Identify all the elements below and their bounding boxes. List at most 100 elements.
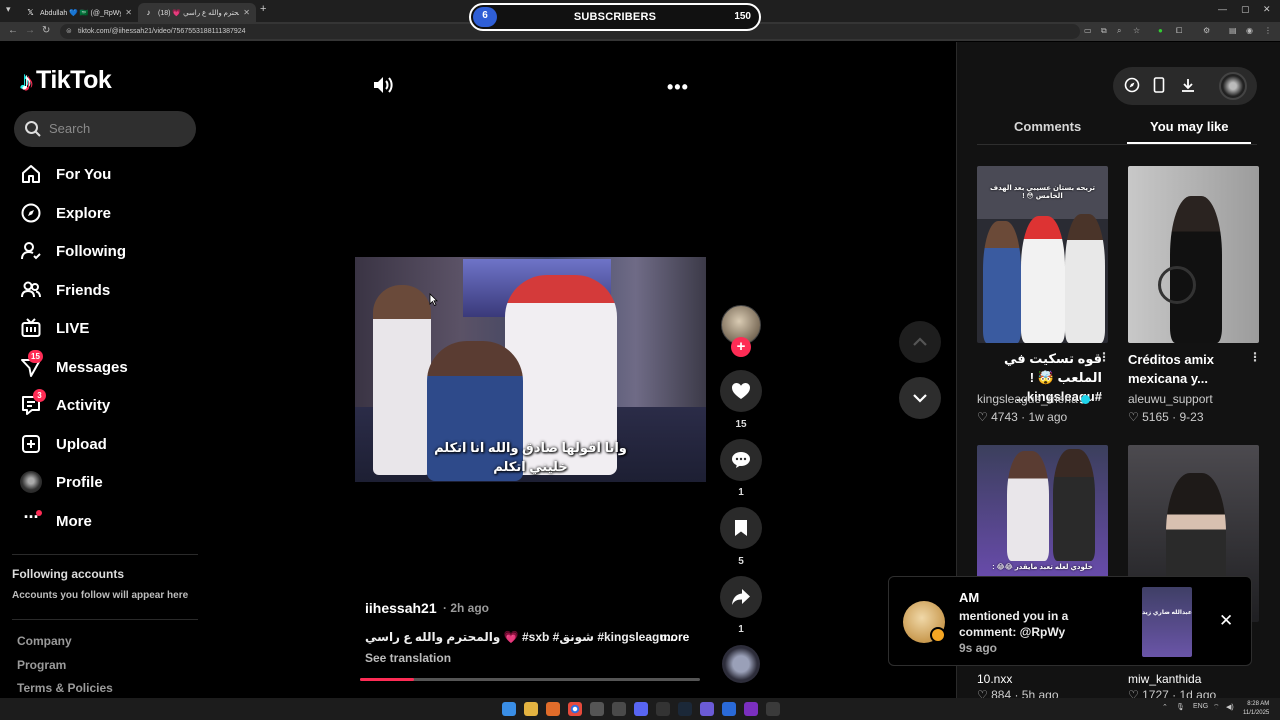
close-notification-icon[interactable]: ✕ [1219,611,1233,631]
app-icon[interactable] [700,702,714,716]
recommended-video-user[interactable]: aleuwu_support [1128,392,1213,406]
recommended-video-stats: ♡ 4743 · 1w ago [977,410,1068,424]
tray-chevron-icon[interactable]: ⌃ [1162,703,1168,711]
nav-explore[interactable]: Explore [18,198,111,228]
language-indicator[interactable]: ENG [1193,703,1208,710]
nav-friends[interactable]: Friends [18,275,110,305]
follow-plus-icon[interactable]: + [731,337,751,357]
app-icon[interactable] [612,702,626,716]
forward-icon[interactable]: → [25,25,35,36]
video-options-icon[interactable]: ••• [667,77,689,98]
tab-you-may-like[interactable]: You may like [1150,119,1229,134]
tiktok-logo[interactable]: ♪ TikTok [20,66,112,95]
device-icon[interactable] [1153,77,1165,93]
app-icon[interactable] [546,702,560,716]
steam-icon[interactable] [678,702,692,716]
like-button[interactable] [720,370,762,412]
browser-tab-x[interactable]: 𝕏 Abdullah 💙 🇸🇦 (@_RpWy) / X ✕ [20,3,138,22]
file-explorer-icon[interactable] [524,702,538,716]
back-icon[interactable]: ← [8,25,18,36]
browser-menu-icon[interactable]: ⋮ [1264,26,1272,35]
nav-messages[interactable]: 15 Messages [18,350,128,382]
extensions-icon[interactable]: ⧠ [1176,26,1182,36]
zoom-icon[interactable]: ⌕ [1117,26,1121,36]
volume-icon[interactable] [371,74,395,96]
next-video-button[interactable] [899,377,941,419]
windows-taskbar: ⌃ 🎙 ENG ⌔ ◀) 8:28 AM 11/1/2025 [0,698,1280,720]
footer-link-company[interactable]: Company [17,634,72,648]
recommended-video-title[interactable]: Créditos amix mexicana y... [1128,350,1253,388]
recommended-video-user[interactable]: kingsleague_mena [977,392,1090,406]
close-tab-icon[interactable]: ✕ [243,8,250,17]
subscriber-goal-overlay: 6 SUBSCRIBERS 150 [469,3,761,31]
download-icon[interactable] [1180,77,1196,93]
video-player[interactable]: وانا اقولها صادق والله انا اتكلم خليني ا… [355,257,706,482]
bookmark-star-icon[interactable]: ☆ [1133,26,1140,35]
share-button[interactable] [720,576,762,618]
browser-tab-tiktok[interactable]: ♪ والمحترم والله ع راسي 💗 (18) # ✕ [138,3,256,22]
caption-more-link[interactable]: more [660,630,689,644]
recommended-video-user[interactable]: miw_kanthida [1128,672,1201,686]
cast-icon[interactable]: ▭ [1084,26,1092,35]
search-input[interactable]: Search [14,111,196,147]
footer-link-terms[interactable]: Terms & Policies [17,681,113,695]
video-more-icon[interactable]: ⋮ [1249,350,1261,364]
active-tab-underline [1127,142,1251,144]
recommended-video-thumbnail[interactable]: ddanafm [1128,166,1259,343]
recommended-video-user[interactable]: 10.nxx [977,672,1012,686]
like-count: 15 [735,419,747,430]
recommended-video-thumbnail[interactable]: تريحه بستان عسيبي بعد الهدف الخامس 😳 ! [977,166,1108,343]
volume-tray-icon[interactable]: ◀) [1226,703,1234,711]
nav-upload[interactable]: Upload [18,429,107,459]
discord-icon[interactable] [634,702,648,716]
nav-label: More [56,512,92,530]
new-tab-icon[interactable]: + [260,3,266,15]
nav-label: Friends [56,281,111,299]
close-window-icon[interactable]: ✕ [1263,4,1271,15]
translate-icon[interactable]: ⧉ [1101,26,1107,36]
nav-profile[interactable]: Profile [18,467,103,497]
microphone-icon[interactable]: 🎙 [1176,703,1185,711]
app-icon[interactable] [590,702,604,716]
profile-icon[interactable]: ◉ [1246,26,1253,35]
video-author[interactable]: iihessah21 [365,600,437,616]
site-info-icon[interactable]: ⊜ [66,27,72,35]
nav-more[interactable]: ··· More [18,506,92,536]
chrome-icon[interactable] [568,702,582,716]
tab-search-icon[interactable]: ▾ [6,4,11,15]
autoscroll-icon[interactable] [1124,77,1140,93]
start-menu-icon[interactable] [502,702,516,716]
sidebar-icon[interactable]: ▤ [1229,26,1237,35]
app-icon[interactable] [766,702,780,716]
minimize-icon[interactable]: — [1218,4,1227,14]
music-disc-avatar[interactable] [722,645,760,683]
see-translation-link[interactable]: See translation [365,651,451,665]
nav-activity[interactable]: 3 Activity [18,389,110,420]
nav-label: Explore [56,204,112,222]
nav-following[interactable]: Following [18,236,126,266]
close-tab-icon[interactable]: ✕ [125,8,132,17]
system-clock[interactable]: 8:28 AM 11/1/2025 [1243,700,1269,718]
video-more-icon[interactable]: ⋮ [1098,350,1110,364]
extension-icon[interactable]: ⚙ [1203,26,1210,35]
restore-icon[interactable]: ▢ [1241,4,1250,15]
nav-live[interactable]: LIVE [18,313,89,343]
tab-comments[interactable]: Comments [1014,119,1081,134]
app-icon[interactable] [656,702,670,716]
comment-button[interactable] [720,439,762,481]
app-icon[interactable] [744,702,758,716]
nav-label: For You [56,165,112,183]
wifi-icon[interactable]: ⌔ [1213,703,1220,712]
extension-green-icon[interactable]: ● [1158,26,1163,35]
mention-notification-toast[interactable]: AM mentioned you in a comment: @RpWy 9s … [888,576,1252,666]
nav-for-you[interactable]: For You [18,159,111,189]
save-count: 5 [738,556,744,567]
footer-link-program[interactable]: Program [17,658,66,672]
video-tools-pill [1113,67,1257,105]
account-avatar[interactable] [1219,72,1247,100]
mouse-cursor-icon [429,293,438,306]
app-icon[interactable] [722,702,736,716]
previous-video-button[interactable] [899,321,941,363]
reload-icon[interactable]: ↻ [42,25,50,36]
save-button[interactable] [720,507,762,549]
